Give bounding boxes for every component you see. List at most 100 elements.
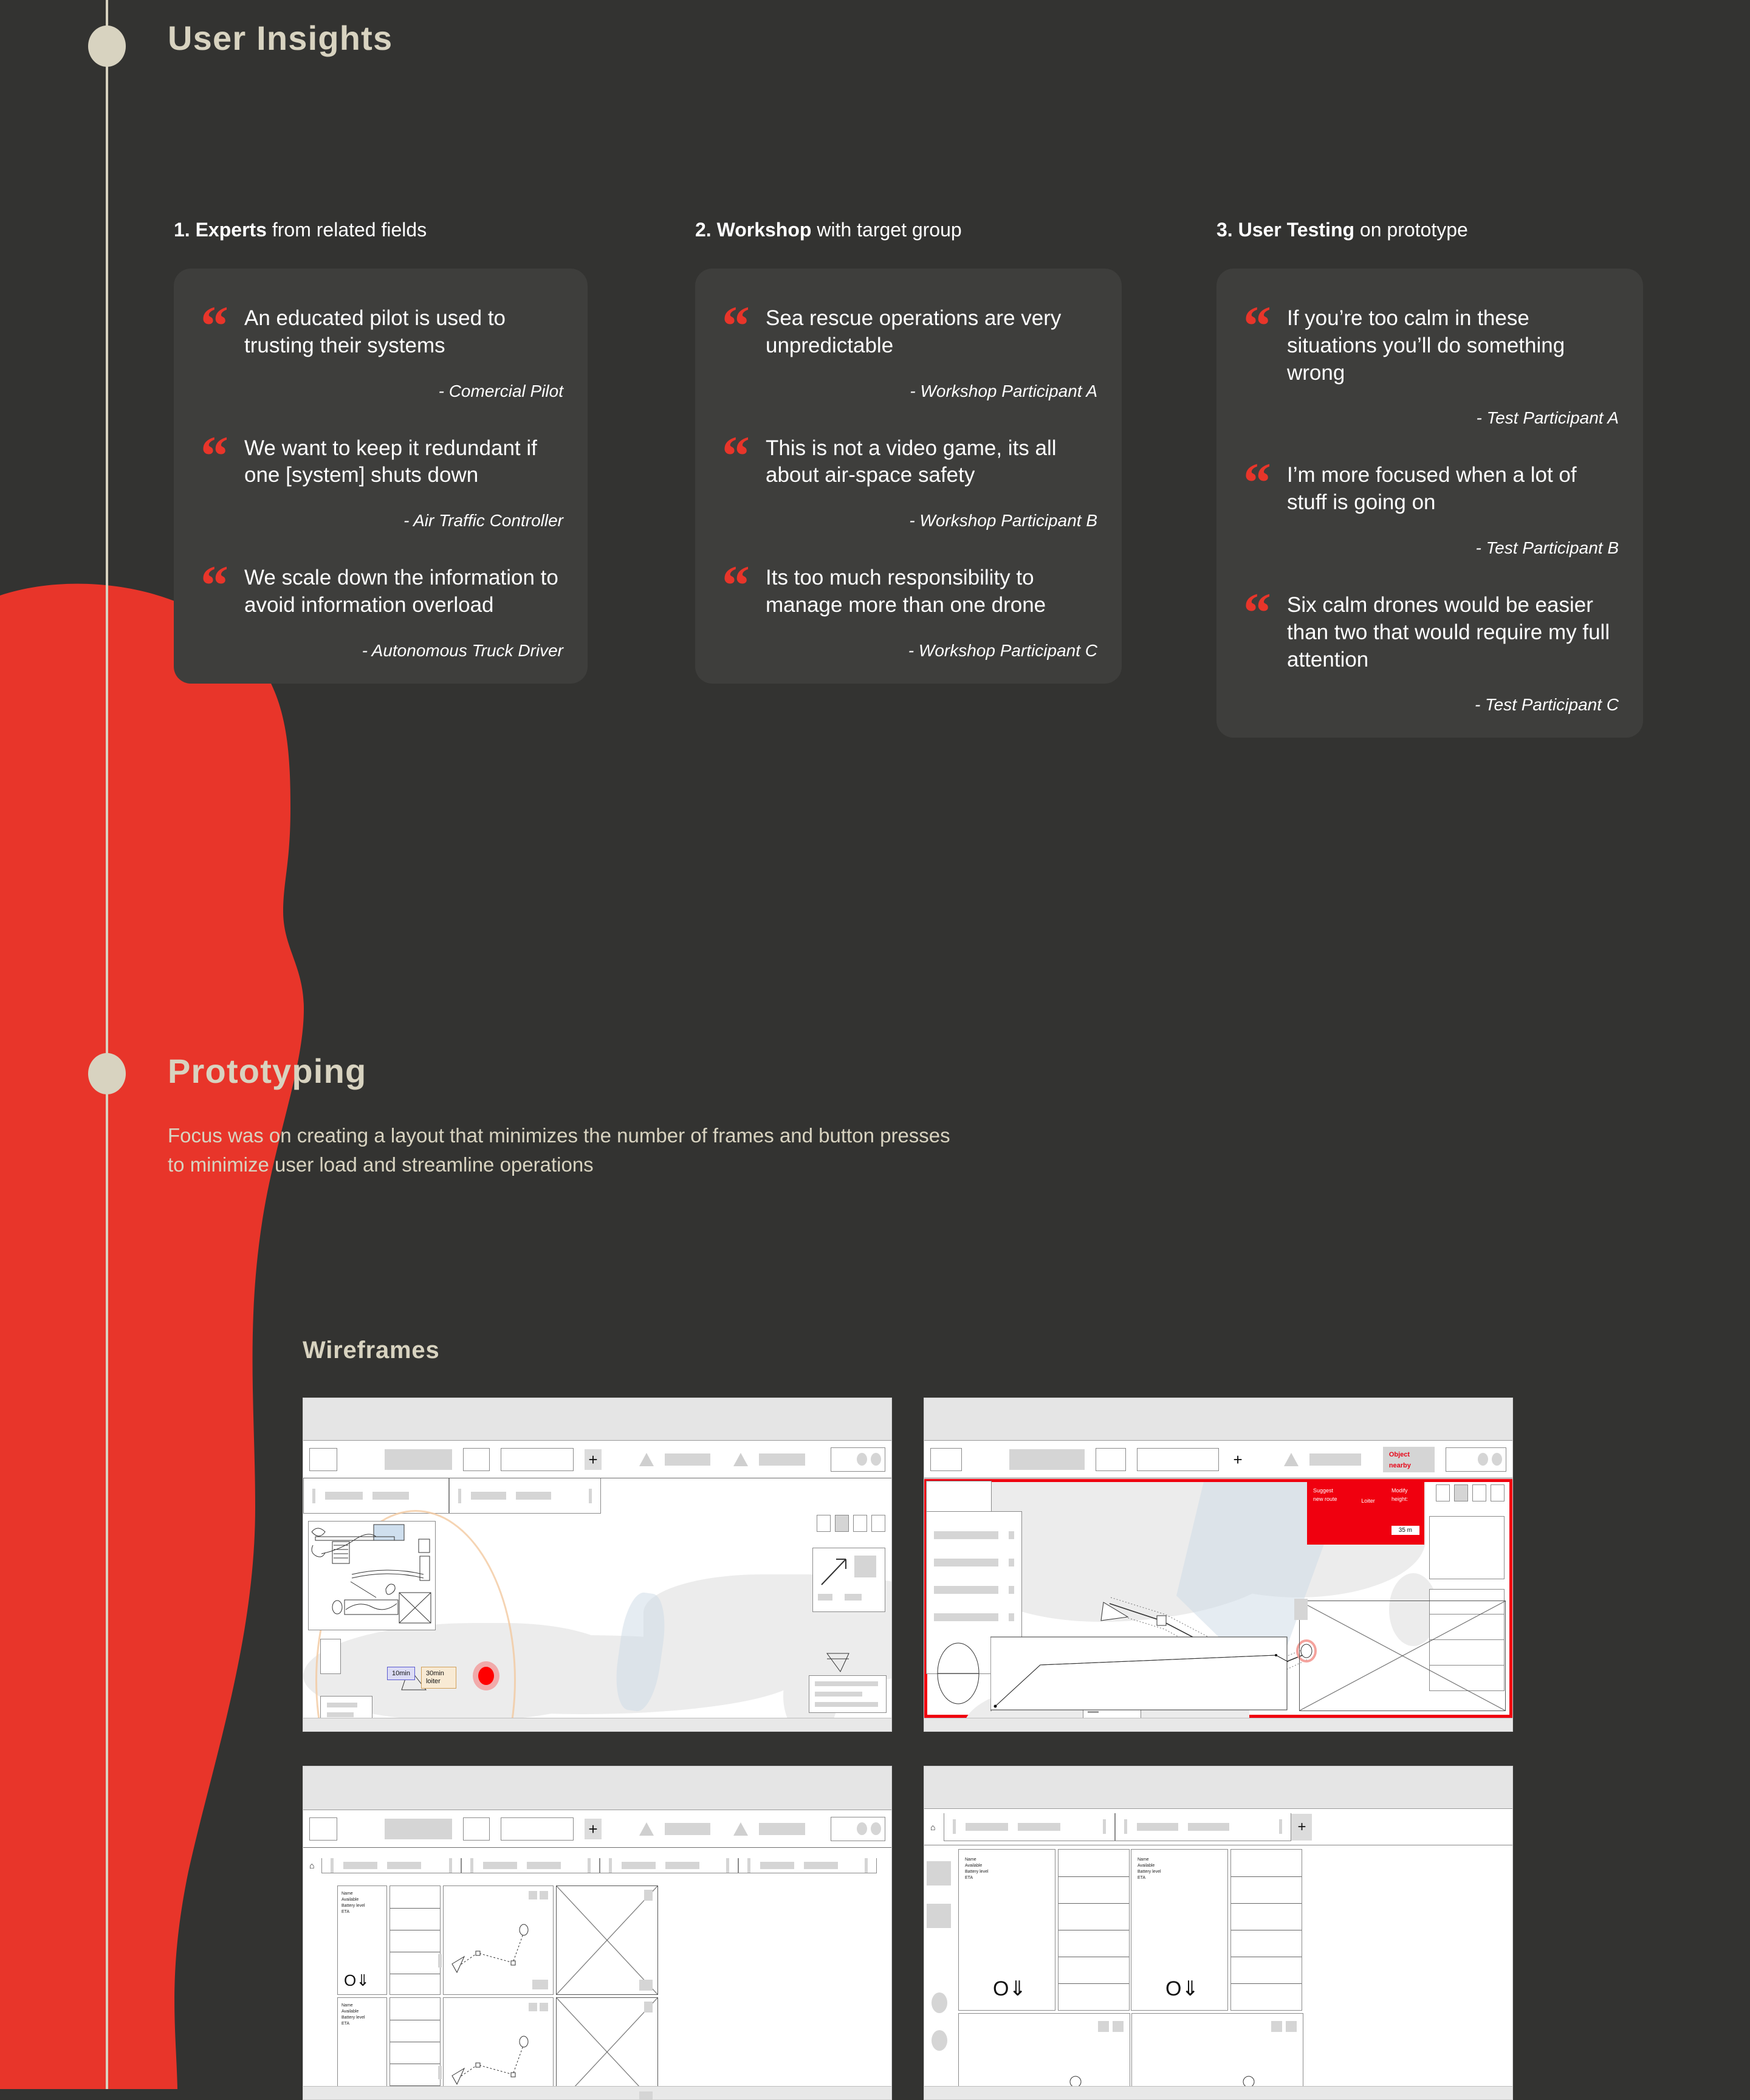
wireframe-titlebar — [303, 1766, 891, 1810]
drone-card-pair[interactable]: Name Available Battery level ETA O⇓ — [958, 1849, 1130, 2011]
drone-row[interactable]: NameAvailableBattery levelETAO⇓ — [337, 1997, 891, 2099]
map-widget[interactable] — [320, 1639, 341, 1674]
timeline-dot-user-insights — [88, 26, 126, 67]
chip-10min[interactable]: 10min — [387, 1666, 415, 1680]
tab-item[interactable] — [461, 1858, 600, 1873]
add-tab-icon[interactable]: + — [585, 1818, 602, 1839]
drone-detail-rows[interactable] — [389, 1886, 442, 1995]
toolbar-button[interactable] — [309, 1817, 338, 1841]
quote-mark-icon: “ — [201, 554, 228, 617]
insight-column-workshop: 2. Workshop with target group “ Sea resc… — [695, 219, 1122, 738]
drone-status-icons[interactable]: O⇓ — [993, 1978, 1026, 1999]
side-indicator[interactable] — [932, 2030, 947, 2051]
column-heading-strong: 1. Experts — [174, 219, 267, 241]
loiter-chips[interactable]: 10min 30min loiter — [387, 1666, 456, 1689]
quote-text: We scale down the information to avoid i… — [244, 566, 558, 617]
drone-summary-card[interactable]: NameAvailableBattery levelETAO⇓ — [337, 1997, 387, 2099]
warning-triangle-icon — [733, 1822, 749, 1836]
drone-detail-rows[interactable] — [1058, 1849, 1130, 2011]
map-side-panel[interactable] — [812, 1548, 885, 1612]
chip-30min-loiter[interactable]: 30min loiter — [420, 1666, 456, 1689]
toolbar-button[interactable] — [462, 1447, 490, 1471]
toolbar-field[interactable] — [1136, 1447, 1219, 1471]
toolbar-field[interactable] — [385, 1818, 452, 1839]
drone-field: Battery level — [965, 1870, 989, 1875]
side-toggle[interactable] — [927, 1904, 951, 1928]
camera-feed-placeholder[interactable] — [556, 1886, 658, 1995]
drone-card-pair[interactable]: Name Available Battery level ETA O⇓ — [1131, 1849, 1302, 2011]
insight-column-user-testing: 3. User Testing on prototype “ If you’re… — [1216, 219, 1643, 738]
drone-detail-rows[interactable] — [389, 1997, 442, 2099]
drone-summary-card[interactable]: NameAvailableBattery levelETAO⇓ — [337, 1886, 387, 1995]
map-mode-toggle-group[interactable] — [817, 1515, 885, 1532]
drone-summary-card[interactable]: NameAvailableBattery levelETAO⇓ — [958, 1849, 1055, 2011]
column-heading-strong: 2. Workshop — [695, 219, 812, 241]
tab-item[interactable] — [600, 1858, 739, 1873]
route-preview[interactable] — [443, 1886, 554, 1995]
toolbar-button[interactable] — [462, 1817, 490, 1841]
tab-item[interactable] — [321, 1858, 462, 1873]
quote-mark-icon: “ — [1243, 295, 1271, 357]
drone-rows-container: Name Available Battery level ETA O⇓ Name Avail… — [337, 1886, 891, 2099]
side-indicator[interactable] — [932, 1992, 947, 2013]
map-canvas[interactable]: 10min 30min loiter — [303, 1510, 891, 1731]
insight-column-experts: 1. Experts from related fields “ An educ… — [174, 219, 588, 738]
toolbar-button[interactable] — [930, 1447, 962, 1471]
wireframe-footer — [924, 1718, 1512, 1731]
quote-author: - Workshop Participant B — [909, 511, 1097, 530]
toolbar-field[interactable] — [501, 1447, 574, 1471]
add-tab-icon[interactable]: + — [1230, 1449, 1246, 1470]
toolbar-field[interactable] — [501, 1817, 574, 1841]
target-marker[interactable] — [478, 1667, 494, 1685]
drone-field: ETA — [965, 1876, 973, 1881]
tab-item[interactable] — [303, 1478, 449, 1514]
drone-field: Battery level — [1138, 1870, 1161, 1875]
drone-status-icons[interactable]: O⇓ — [344, 1972, 369, 1988]
column-heading-rest: on prototype — [1354, 219, 1468, 241]
wireframe-map-overview[interactable]: + 10min 30min loiter — [303, 1398, 892, 1732]
wireframe-object-nearby[interactable]: + Object nearby Suggest new route Loiter… — [924, 1398, 1513, 1732]
avatar-group[interactable] — [1445, 1447, 1506, 1472]
toolbar-button[interactable] — [309, 1447, 338, 1471]
alert-object-nearby[interactable]: Object nearby — [1382, 1446, 1435, 1472]
quote-author: - Workshop Participant A — [910, 381, 1097, 400]
quote-text: Six calm drones would be easier than two… — [1287, 592, 1610, 671]
drone-status-icons[interactable]: O⇓ — [1165, 1978, 1199, 1999]
warning-triangle-icon — [1283, 1452, 1299, 1466]
toolbar-button[interactable] — [1095, 1447, 1126, 1471]
avatar — [871, 1453, 881, 1466]
avatar-group[interactable] — [831, 1816, 885, 1841]
camera-feed-placeholder[interactable] — [1299, 1601, 1506, 1711]
map-canvas-alert[interactable]: Suggest new route Loiter Modify height: … — [924, 1479, 1512, 1731]
column-heading-rest: from related fields — [266, 219, 427, 241]
side-toggle[interactable] — [927, 1861, 951, 1886]
drone-detail-rows[interactable] — [1230, 1849, 1302, 2011]
home-icon[interactable]: ⌂ — [930, 1822, 935, 1832]
wireframe-split-view[interactable]: ⌂ + Name Available Battery level ETA O⇓ Name A… — [924, 1766, 1513, 2100]
wireframes-heading: Wireframes — [303, 1337, 440, 1364]
toolbar-field[interactable] — [385, 1449, 452, 1470]
tab-item[interactable] — [944, 1813, 1116, 1841]
drone-summary-card[interactable]: NameAvailableBattery levelETAO⇓ — [1131, 1849, 1228, 2011]
toolbar-field[interactable] — [1009, 1449, 1085, 1470]
route-preview[interactable] — [443, 1997, 554, 2099]
trend-arrow-icon — [821, 1556, 876, 1585]
camera-feed-placeholder[interactable] — [556, 1997, 658, 2099]
feed-toggle[interactable] — [1294, 1599, 1308, 1620]
tab-item[interactable] — [738, 1858, 877, 1873]
column-gap — [588, 219, 695, 738]
add-tab-icon[interactable]: + — [1291, 1813, 1312, 1841]
drone-row[interactable]: NameAvailableBattery levelETAO⇓ — [337, 1886, 891, 1995]
avatar-group[interactable] — [831, 1447, 885, 1472]
home-icon[interactable]: ⌂ — [309, 1861, 314, 1870]
add-tab-icon[interactable]: + — [585, 1449, 602, 1470]
quote-item: “ This is not a video game, its all abou… — [716, 422, 1101, 496]
wireframe-drone-list[interactable]: + ⌂ Name Available Battery level ETA O⇓ … — [303, 1766, 892, 2100]
quote-item: “ Sea rescue operations are very unpredi… — [716, 289, 1101, 366]
tab-item[interactable] — [1115, 1813, 1292, 1841]
wireframe-toolbar: + — [303, 1441, 891, 1478]
tab-item[interactable] — [449, 1478, 601, 1514]
map-bottom-card[interactable] — [809, 1675, 887, 1713]
altitude-profile-chart[interactable] — [990, 1633, 1288, 1711]
warning-triangle-icon — [733, 1452, 749, 1466]
